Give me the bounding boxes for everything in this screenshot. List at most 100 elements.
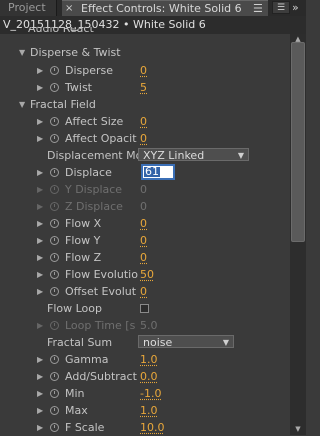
collapse-triangle-icon[interactable]: ▶ (37, 368, 43, 385)
stopwatch-icon[interactable] (50, 219, 59, 228)
group-disperse-twist[interactable]: ▼ Disperse & Twist (0, 44, 290, 61)
close-icon[interactable]: × (65, 1, 75, 17)
property-label: Flow Evolutio (65, 268, 138, 281)
group-label: Disperse & Twist (30, 46, 121, 59)
property-value[interactable]: 10.0 (140, 419, 165, 436)
property-flow-evolution: ▶ Flow Evolutio 50 (0, 266, 290, 283)
property-label: Flow Y (65, 234, 101, 247)
tab-project-label: Project (8, 1, 46, 14)
property-affect-opacity: ▶ Affect Opacit 0 (0, 130, 290, 147)
scroll-down-icon[interactable]: ▼ (290, 423, 306, 435)
property-label: Flow X (65, 217, 102, 230)
property-label: Disperse (65, 64, 114, 77)
property-value[interactable]: 0 (140, 62, 147, 79)
property-value[interactable]: 50 (140, 266, 154, 283)
property-label: Gamma (65, 353, 109, 366)
group-fractal-field[interactable]: ▼ Fractal Field (0, 96, 290, 113)
property-label: Fractal Sum (47, 336, 113, 349)
property-displacement-mode: Displacement Mo XYZ Linked ▼ (0, 147, 290, 164)
property-label: Affect Opacit (65, 132, 137, 145)
property-fractal-sum: Fractal Sum noise ▼ (0, 334, 290, 351)
property-value[interactable]: 0 (140, 249, 147, 266)
displace-edit-field[interactable]: 61 (141, 164, 175, 180)
collapse-triangle-icon[interactable]: ▶ (37, 402, 43, 419)
expand-triangle-icon[interactable]: ▼ (19, 96, 25, 113)
chevron-down-icon: ▼ (237, 151, 244, 160)
collapse-triangle-icon: ▶ (37, 321, 44, 330)
collapse-triangle-icon[interactable]: ▶ (37, 351, 43, 368)
property-value[interactable]: 0.0 (140, 368, 158, 385)
collapse-triangle-icon[interactable]: ▶ (37, 62, 43, 79)
collapse-triangle-icon[interactable]: ▶ (37, 215, 43, 232)
audio-react-row: Audio React (0, 27, 290, 35)
stopwatch-icon[interactable] (50, 168, 59, 177)
collapse-triangle-icon: ▶ (37, 202, 44, 211)
property-add-subtract: ▶ Add/Subtract 0.0 (0, 368, 290, 385)
collapse-triangle-icon[interactable]: ▶ (37, 130, 43, 147)
flow-loop-checkbox[interactable] (140, 304, 149, 313)
panel-tab-bar: Project × Effect Controls: White Solid 6… (0, 0, 306, 16)
tab-divider (56, 0, 57, 16)
property-f-scale: ▶ F Scale 10.0 (0, 419, 290, 436)
stopwatch-icon[interactable] (50, 287, 59, 296)
collapse-triangle-icon[interactable]: ▶ (37, 419, 43, 436)
collapse-triangle-icon[interactable]: ▶ (37, 266, 43, 283)
stopwatch-icon[interactable] (50, 372, 59, 381)
property-value[interactable]: 0 (140, 232, 147, 249)
more-tabs-icon[interactable]: » (292, 0, 299, 16)
property-value[interactable]: 0 (140, 113, 147, 130)
property-value[interactable]: 0 (140, 283, 147, 300)
collapse-triangle-icon[interactable]: ▶ (37, 79, 43, 96)
fractal-sum-dropdown[interactable]: noise ▼ (138, 335, 234, 349)
collapse-triangle-icon[interactable]: ▶ (37, 385, 43, 402)
stopwatch-icon[interactable] (50, 389, 59, 398)
property-affect-size: ▶ Affect Size 0 (0, 113, 290, 130)
property-value[interactable]: 0 (140, 130, 147, 147)
dropdown-value: XYZ Linked (143, 149, 205, 162)
collapse-triangle-icon[interactable]: ▶ (37, 164, 43, 181)
stopwatch-icon[interactable] (50, 406, 59, 415)
collapse-triangle-icon[interactable]: ▶ (37, 249, 43, 266)
property-value[interactable]: -1.0 (140, 385, 161, 402)
stopwatch-icon[interactable] (50, 66, 59, 75)
property-label: Flow Z (65, 251, 102, 264)
property-value[interactable]: 1.0 (140, 351, 158, 368)
displacement-mode-dropdown[interactable]: XYZ Linked ▼ (138, 148, 249, 162)
property-label: Displacement Mo (47, 149, 143, 162)
panel-options-button[interactable]: ☰ (272, 1, 290, 14)
tab-project[interactable]: Project (0, 0, 56, 16)
property-displace: ▶ Displace 61 (0, 164, 290, 181)
stopwatch-icon[interactable] (50, 236, 59, 245)
stopwatch-icon[interactable] (50, 83, 59, 92)
collapse-triangle-icon[interactable]: ▶ (37, 232, 43, 249)
property-value: 0 (140, 183, 147, 196)
collapse-triangle-icon[interactable]: ▶ (37, 113, 43, 130)
tab-effect-controls[interactable]: × Effect Controls: White Solid 6 ☰ (62, 0, 268, 16)
property-z-displace: ▶ Z Displace 0 (0, 198, 290, 215)
stopwatch-icon[interactable] (50, 423, 59, 432)
property-label: Twist (65, 81, 92, 94)
property-flow-x: ▶ Flow X 0 (0, 215, 290, 232)
collapse-triangle-icon[interactable]: ▶ (37, 283, 43, 300)
property-label: Loop Time [s (65, 319, 136, 332)
stopwatch-icon[interactable] (50, 270, 59, 279)
property-value[interactable]: 5 (140, 79, 147, 96)
panel-menu-icon[interactable]: ☰ (253, 1, 263, 17)
property-flow-loop: Flow Loop (0, 300, 290, 317)
stopwatch-icon[interactable] (50, 253, 59, 262)
scrollbar-thumb[interactable] (291, 42, 305, 242)
dropdown-value: noise (143, 336, 173, 349)
property-twist: ▶ Twist 5 (0, 79, 290, 96)
property-value[interactable]: 1.0 (140, 402, 158, 419)
stopwatch-icon[interactable] (50, 117, 59, 126)
property-flow-y: ▶ Flow Y 0 (0, 232, 290, 249)
stopwatch-icon[interactable] (50, 134, 59, 143)
property-label: Max (65, 404, 88, 417)
property-label: Y Displace (65, 183, 123, 196)
stopwatch-icon (50, 202, 59, 211)
expand-triangle-icon[interactable]: ▼ (19, 44, 25, 61)
property-value[interactable]: 0 (140, 215, 147, 232)
stopwatch-icon (50, 321, 59, 330)
selected-text: 61 (144, 165, 160, 178)
stopwatch-icon[interactable] (50, 355, 59, 364)
